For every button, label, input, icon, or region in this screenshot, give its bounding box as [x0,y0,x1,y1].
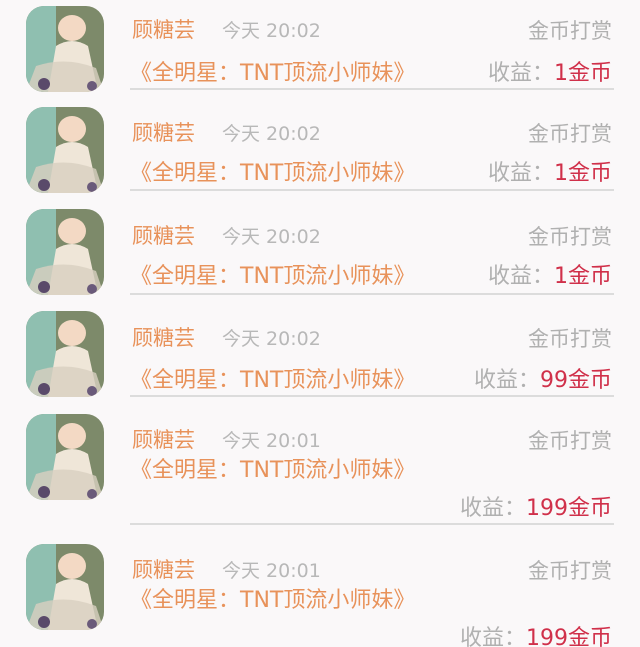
earning: 收益：1金币 [488,258,612,290]
reward-type: 金币打赏 [528,559,612,583]
earning-value: 199金币 [526,626,612,647]
reward-record-list: 顾糖芸 今天 20:02 金币打赏 《全明星：TNT顶流小师妹》 收益：1金币 … [0,0,640,647]
user-name: 顾糖芸 [132,326,195,350]
anime-avatar-icon [26,6,104,92]
earning-label: 收益： [487,61,554,86]
user-name: 顾糖芸 [132,558,195,582]
user-name: 顾糖芸 [132,121,195,145]
list-item[interactable]: 顾糖芸 今天 20:02 金币打赏 《全明星：TNT顶流小师妹》 收益：1金币 [0,103,640,203]
earning: 收益：199金币 [460,620,612,647]
divider [130,88,614,90]
earning-label: 收益： [487,161,554,186]
avatar[interactable] [26,311,104,397]
avatar[interactable] [26,107,104,193]
list-item[interactable]: 顾糖芸 今天 20:01 金币打赏 《全明星：TNT顶流小师妹》 收益：199金… [0,410,640,530]
avatar[interactable] [26,414,104,500]
earning-value: 1金币 [554,161,612,186]
earning-value: 1金币 [554,264,612,289]
earning: 收益：1金币 [488,155,612,187]
list-item[interactable]: 顾糖芸 今天 20:02 金币打赏 《全明星：TNT顶流小师妹》 收益：99金币 [0,308,640,408]
earning-label: 收益： [473,368,540,393]
reward-type: 金币打赏 [528,327,612,351]
book-title[interactable]: 《全明星：TNT顶流小师妹》 [130,55,415,87]
book-title[interactable]: 《全明星：TNT顶流小师妹》 [130,584,415,618]
anime-avatar-icon [26,544,104,630]
earning: 收益：199金币 [460,490,612,522]
divider [130,189,614,191]
timestamp: 今天 20:02 [222,123,321,145]
timestamp: 今天 20:02 [222,20,321,42]
reward-type: 金币打赏 [528,429,612,453]
earning-value: 1金币 [554,61,612,86]
anime-avatar-icon [26,209,104,295]
user-name: 顾糖芸 [132,18,195,42]
reward-type: 金币打赏 [528,225,612,249]
list-item[interactable]: 顾糖芸 今天 20:01 金币打赏 《全明星：TNT顶流小师妹》 收益：199金… [0,540,640,647]
avatar[interactable] [26,544,104,630]
earning: 收益：1金币 [488,55,612,87]
book-title[interactable]: 《全明星：TNT顶流小师妹》 [130,155,415,187]
divider [130,293,614,295]
earning-label: 收益： [487,264,554,289]
timestamp: 今天 20:01 [222,560,321,582]
anime-avatar-icon [26,107,104,193]
earning-value: 99金币 [540,368,612,393]
earning-value: 199金币 [526,496,612,521]
timestamp: 今天 20:01 [222,430,321,452]
anime-avatar-icon [26,311,104,397]
divider [130,523,614,525]
anime-avatar-icon [26,414,104,500]
avatar[interactable] [26,209,104,295]
earning-label: 收益： [459,496,526,521]
book-title[interactable]: 《全明星：TNT顶流小师妹》 [130,454,415,488]
earning: 收益：99金币 [474,362,612,394]
list-item[interactable]: 顾糖芸 今天 20:02 金币打赏 《全明星：TNT顶流小师妹》 收益：1金币 [0,0,640,100]
list-item[interactable]: 顾糖芸 今天 20:02 金币打赏 《全明星：TNT顶流小师妹》 收益：1金币 [0,205,640,305]
user-name: 顾糖芸 [132,224,195,248]
timestamp: 今天 20:02 [222,226,321,248]
reward-type: 金币打赏 [528,122,612,146]
timestamp: 今天 20:02 [222,328,321,350]
user-name: 顾糖芸 [132,428,195,452]
earning-label: 收益： [459,626,526,647]
reward-type: 金币打赏 [528,19,612,43]
avatar[interactable] [26,6,104,92]
divider [130,395,614,397]
book-title[interactable]: 《全明星：TNT顶流小师妹》 [130,362,415,394]
book-title[interactable]: 《全明星：TNT顶流小师妹》 [130,258,415,290]
